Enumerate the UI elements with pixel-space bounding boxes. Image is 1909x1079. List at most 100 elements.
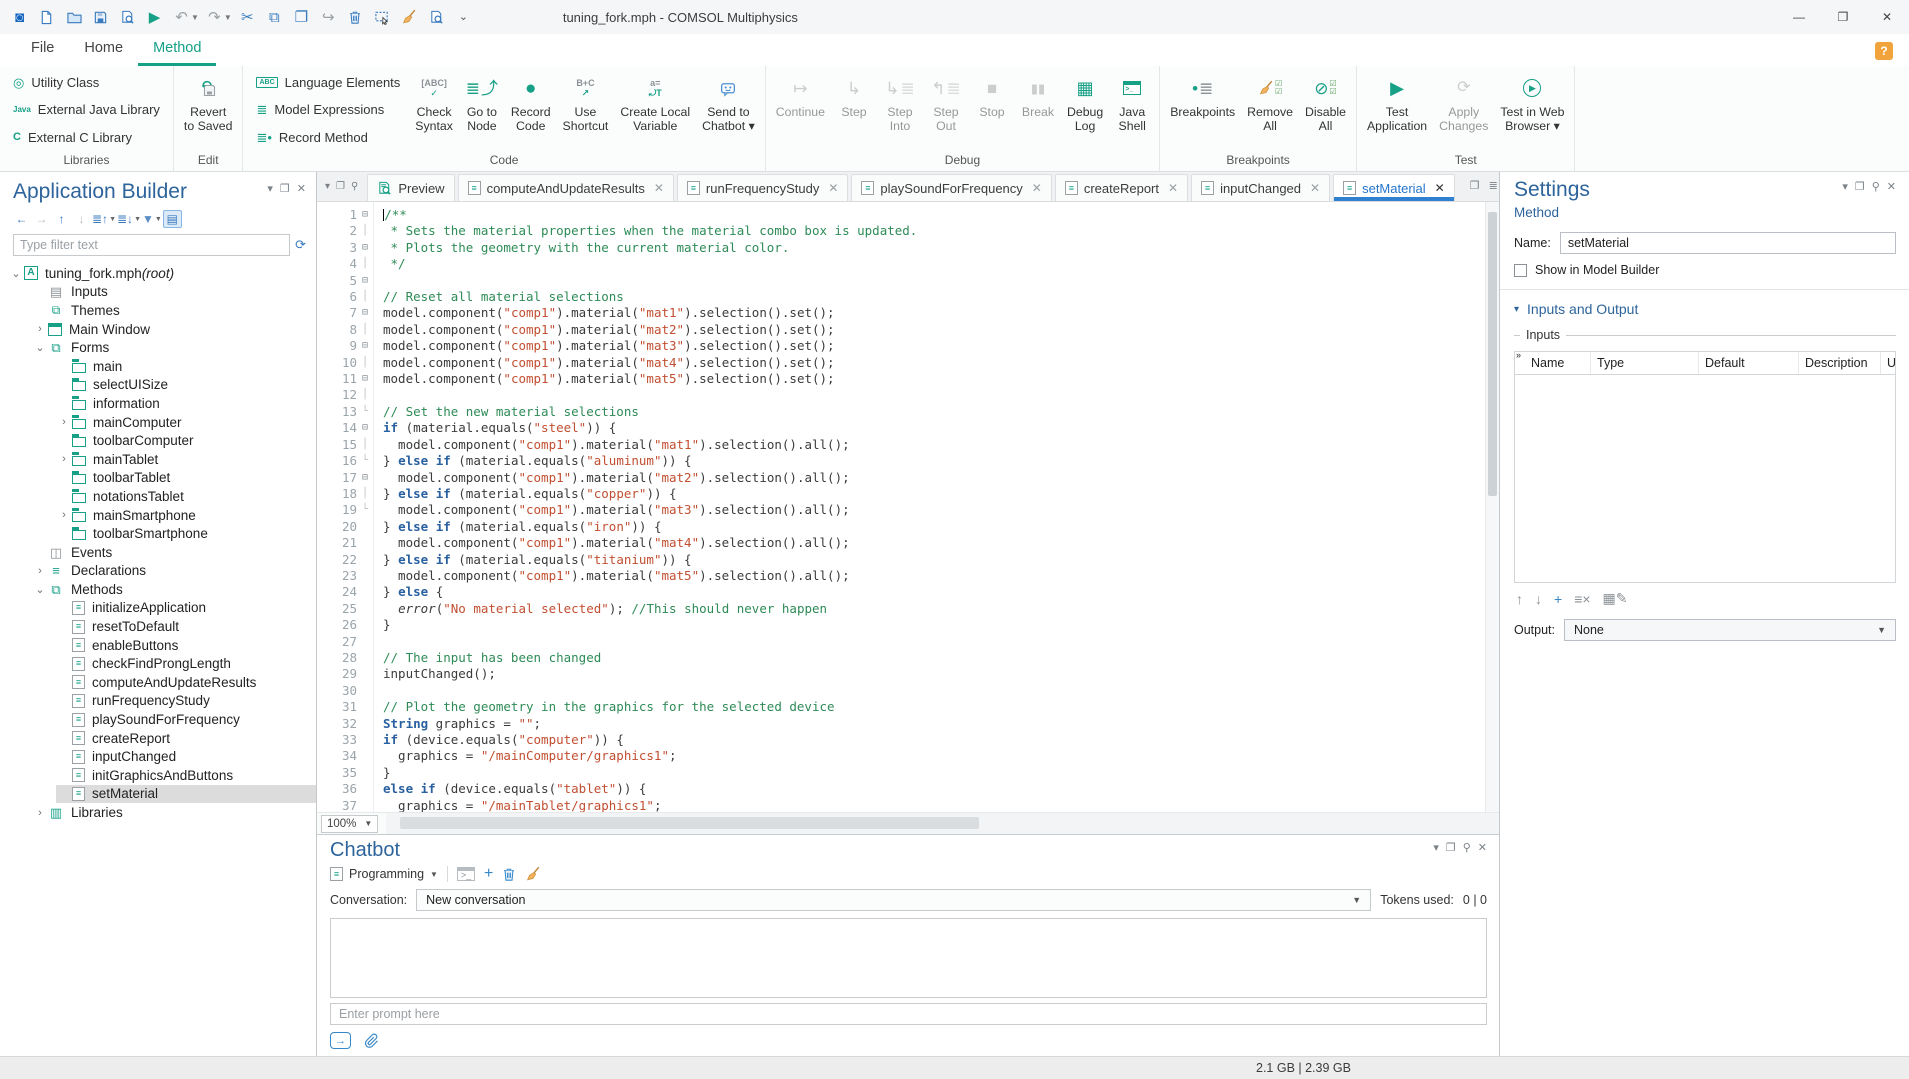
create-local-variable-button[interactable]: a=⤾TCreate LocalVariable xyxy=(614,69,696,151)
send-to-chatbot-button[interactable]: Send toChatbot ▾ xyxy=(696,69,761,151)
row-down-button[interactable]: ↓ xyxy=(1535,591,1542,607)
collapse-icon[interactable]: ▾ xyxy=(267,184,273,195)
preview-button[interactable] xyxy=(423,3,450,31)
minimize-button[interactable]: — xyxy=(1777,0,1821,34)
float-icon[interactable]: ❐ xyxy=(1470,181,1480,192)
remove-all-button[interactable]: ☑☑RemoveAll xyxy=(1241,69,1299,151)
tree-item-mainComputer[interactable]: ›mainComputer xyxy=(0,413,316,432)
nav-forward-button[interactable]: → xyxy=(32,210,51,228)
breakpoints-button[interactable]: •≣Breakpoints xyxy=(1164,69,1241,151)
tree-expander-icon[interactable]: › xyxy=(56,453,72,465)
tree-item-enableButtons[interactable]: ≡enableButtons xyxy=(0,636,316,655)
editor-tab-runFrequencyStudy[interactable]: ≡runFrequencyStudy✕ xyxy=(677,174,849,201)
tree-item-Main Window[interactable]: ›Main Window xyxy=(0,320,316,339)
editor-tab-inputChanged[interactable]: ≡inputChanged✕ xyxy=(1191,174,1330,201)
check-syntax-button[interactable]: [ABC]✓CheckSyntax xyxy=(409,69,459,151)
column-header-unit[interactable]: Unit xyxy=(1881,352,1895,374)
tree-item-mainSmartphone[interactable]: ›mainSmartphone xyxy=(0,506,316,525)
ribbon-tab-method[interactable]: Method xyxy=(138,34,216,66)
stack-icon[interactable]: ≣ xyxy=(1489,181,1498,192)
tree-item-toolbarSmartphone[interactable]: toolbarSmartphone xyxy=(0,524,316,543)
tree-item-createReport[interactable]: ≡createReport xyxy=(0,729,316,748)
use-shortcut-button[interactable]: B+C↗UseShortcut xyxy=(557,69,615,151)
tree-item-Events[interactable]: ◫Events xyxy=(0,543,316,562)
language-elements-button[interactable]: ABCLanguage Elements xyxy=(251,74,405,91)
open-file-button[interactable] xyxy=(60,3,87,31)
delete-button[interactable] xyxy=(342,3,369,31)
record-method-button[interactable]: ≣•Record Method xyxy=(251,129,405,146)
chatbot-shell-icon[interactable]: >_ xyxy=(457,867,475,881)
debug-log-button[interactable]: ▦DebugLog xyxy=(1061,69,1109,151)
close-icon[interactable]: ✕ xyxy=(1478,843,1487,854)
code-text[interactable]: /** * Sets the material properties when … xyxy=(374,202,1485,812)
refresh-icon[interactable]: ⟳ xyxy=(295,237,306,253)
column-header-type[interactable]: Type xyxy=(1591,352,1699,374)
tree-expander-icon[interactable]: ⌄ xyxy=(32,583,48,596)
external-c-library-button[interactable]: CExternal C Library xyxy=(8,129,165,146)
delete-conversation-icon[interactable] xyxy=(502,867,516,882)
tree-item-Forms[interactable]: ⌄⧉Forms xyxy=(0,338,316,357)
duplicate-button[interactable]: ↪ xyxy=(315,3,342,31)
tree-item-setMaterial[interactable]: ≡setMaterial xyxy=(0,785,316,804)
new-file-button[interactable] xyxy=(33,3,60,31)
tab-close-icon[interactable]: ✕ xyxy=(654,181,664,195)
test-in-web-browser-button[interactable]: ▶Test in WebBrowser ▾ xyxy=(1494,69,1570,151)
close-icon[interactable]: ✕ xyxy=(297,184,306,195)
chatbot-prompt-input[interactable]: Enter prompt here xyxy=(330,1003,1487,1025)
tab-close-icon[interactable]: ✕ xyxy=(1032,181,1042,195)
pin-icon[interactable]: ⚲ xyxy=(1872,182,1880,193)
collapse-icon[interactable]: ▾ xyxy=(1433,843,1439,854)
tree-item-playSoundForFrequency[interactable]: ≡playSoundForFrequency xyxy=(0,710,316,729)
tree-expander-icon[interactable]: › xyxy=(32,807,48,819)
tree-item-mainTablet[interactable]: ›mainTablet xyxy=(0,450,316,469)
chatbot-mode-dropdown[interactable]: ≡ Programming ▼ xyxy=(330,867,438,881)
filter-input[interactable]: Type filter text xyxy=(13,234,290,256)
record-code-button[interactable]: ●RecordCode xyxy=(505,69,557,151)
clean-conversation-icon[interactable] xyxy=(525,866,541,882)
vertical-scrollbar-thumb[interactable] xyxy=(1488,212,1497,496)
tree-expander-icon[interactable]: › xyxy=(32,323,48,335)
tree-item-initializeApplication[interactable]: ≡initializeApplication xyxy=(0,599,316,618)
editor-tab-computeAndUpdateResults[interactable]: ≡computeAndUpdateResults✕ xyxy=(458,174,674,201)
run-button[interactable]: ▶ xyxy=(141,3,168,31)
disable-all-button[interactable]: ⊘☑☑DisableAll xyxy=(1299,69,1352,151)
inputs-and-output-section[interactable]: ▾ Inputs and Output xyxy=(1514,290,1896,326)
toolbar-more-button[interactable]: ⌄ xyxy=(450,3,477,31)
conversation-dropdown[interactable]: New conversation ▼ xyxy=(416,889,1371,911)
tree-item-resetToDefault[interactable]: ≡resetToDefault xyxy=(0,617,316,636)
inputs-table-body[interactable] xyxy=(1515,375,1895,582)
go-to-node-button[interactable]: ≣⤴Go toNode xyxy=(459,69,505,151)
tree-item-information[interactable]: information xyxy=(0,394,316,413)
tree-item-tuning_fork.mph[interactable]: ⌄Atuning_fork.mph (root) xyxy=(0,264,316,283)
tab-close-icon[interactable]: ✕ xyxy=(1435,181,1445,195)
help-icon[interactable]: ? xyxy=(1875,42,1893,60)
tree-item-Themes[interactable]: ⧉Themes xyxy=(0,301,316,320)
expand-all-button[interactable]: ≣↑▼ xyxy=(92,210,116,228)
editor-tab-setMaterial[interactable]: ≡setMaterial✕ xyxy=(1333,174,1455,201)
editor-tab-playSoundForFrequency[interactable]: ≡playSoundForFrequency✕ xyxy=(851,174,1051,201)
tree-item-notationsTablet[interactable]: notationsTablet xyxy=(0,487,316,506)
attach-file-icon[interactable] xyxy=(363,1033,378,1048)
pin-icon[interactable]: ⚲ xyxy=(351,182,358,192)
format-button[interactable] xyxy=(396,3,423,31)
float-icon[interactable]: ❐ xyxy=(1855,182,1865,193)
editor-tab-Preview[interactable]: Preview xyxy=(367,174,454,201)
copy-button[interactable]: ⧉ xyxy=(261,3,288,31)
utility-class-button[interactable]: ◎Utility Class xyxy=(8,74,165,91)
tree-item-inputChanged[interactable]: ≡inputChanged xyxy=(0,747,316,766)
delete-row-button[interactable]: ≡× xyxy=(1574,591,1590,607)
tree-item-toolbarComputer[interactable]: toolbarComputer xyxy=(0,431,316,450)
tree-expander-icon[interactable]: ⌄ xyxy=(8,267,24,280)
float-icon[interactable]: ❐ xyxy=(336,182,345,192)
horizontal-scrollbar[interactable] xyxy=(386,813,1499,834)
method-name-input[interactable]: setMaterial xyxy=(1560,232,1896,254)
test-application-button[interactable]: ▶TestApplication xyxy=(1361,69,1433,151)
send-prompt-icon[interactable]: → xyxy=(330,1032,351,1049)
add-row-button[interactable]: + xyxy=(1554,591,1562,607)
toggle-panel-button[interactable]: ▤ xyxy=(163,210,182,228)
paste-button[interactable]: ❐ xyxy=(288,3,315,31)
tree-item-Libraries[interactable]: ›▥Libraries xyxy=(0,803,316,822)
revert-to-saved-button[interactable]: Revertto Saved xyxy=(178,69,239,151)
cut-button[interactable]: ✂ xyxy=(234,3,261,31)
tree-item-Methods[interactable]: ⌄⧉Methods xyxy=(0,580,316,599)
